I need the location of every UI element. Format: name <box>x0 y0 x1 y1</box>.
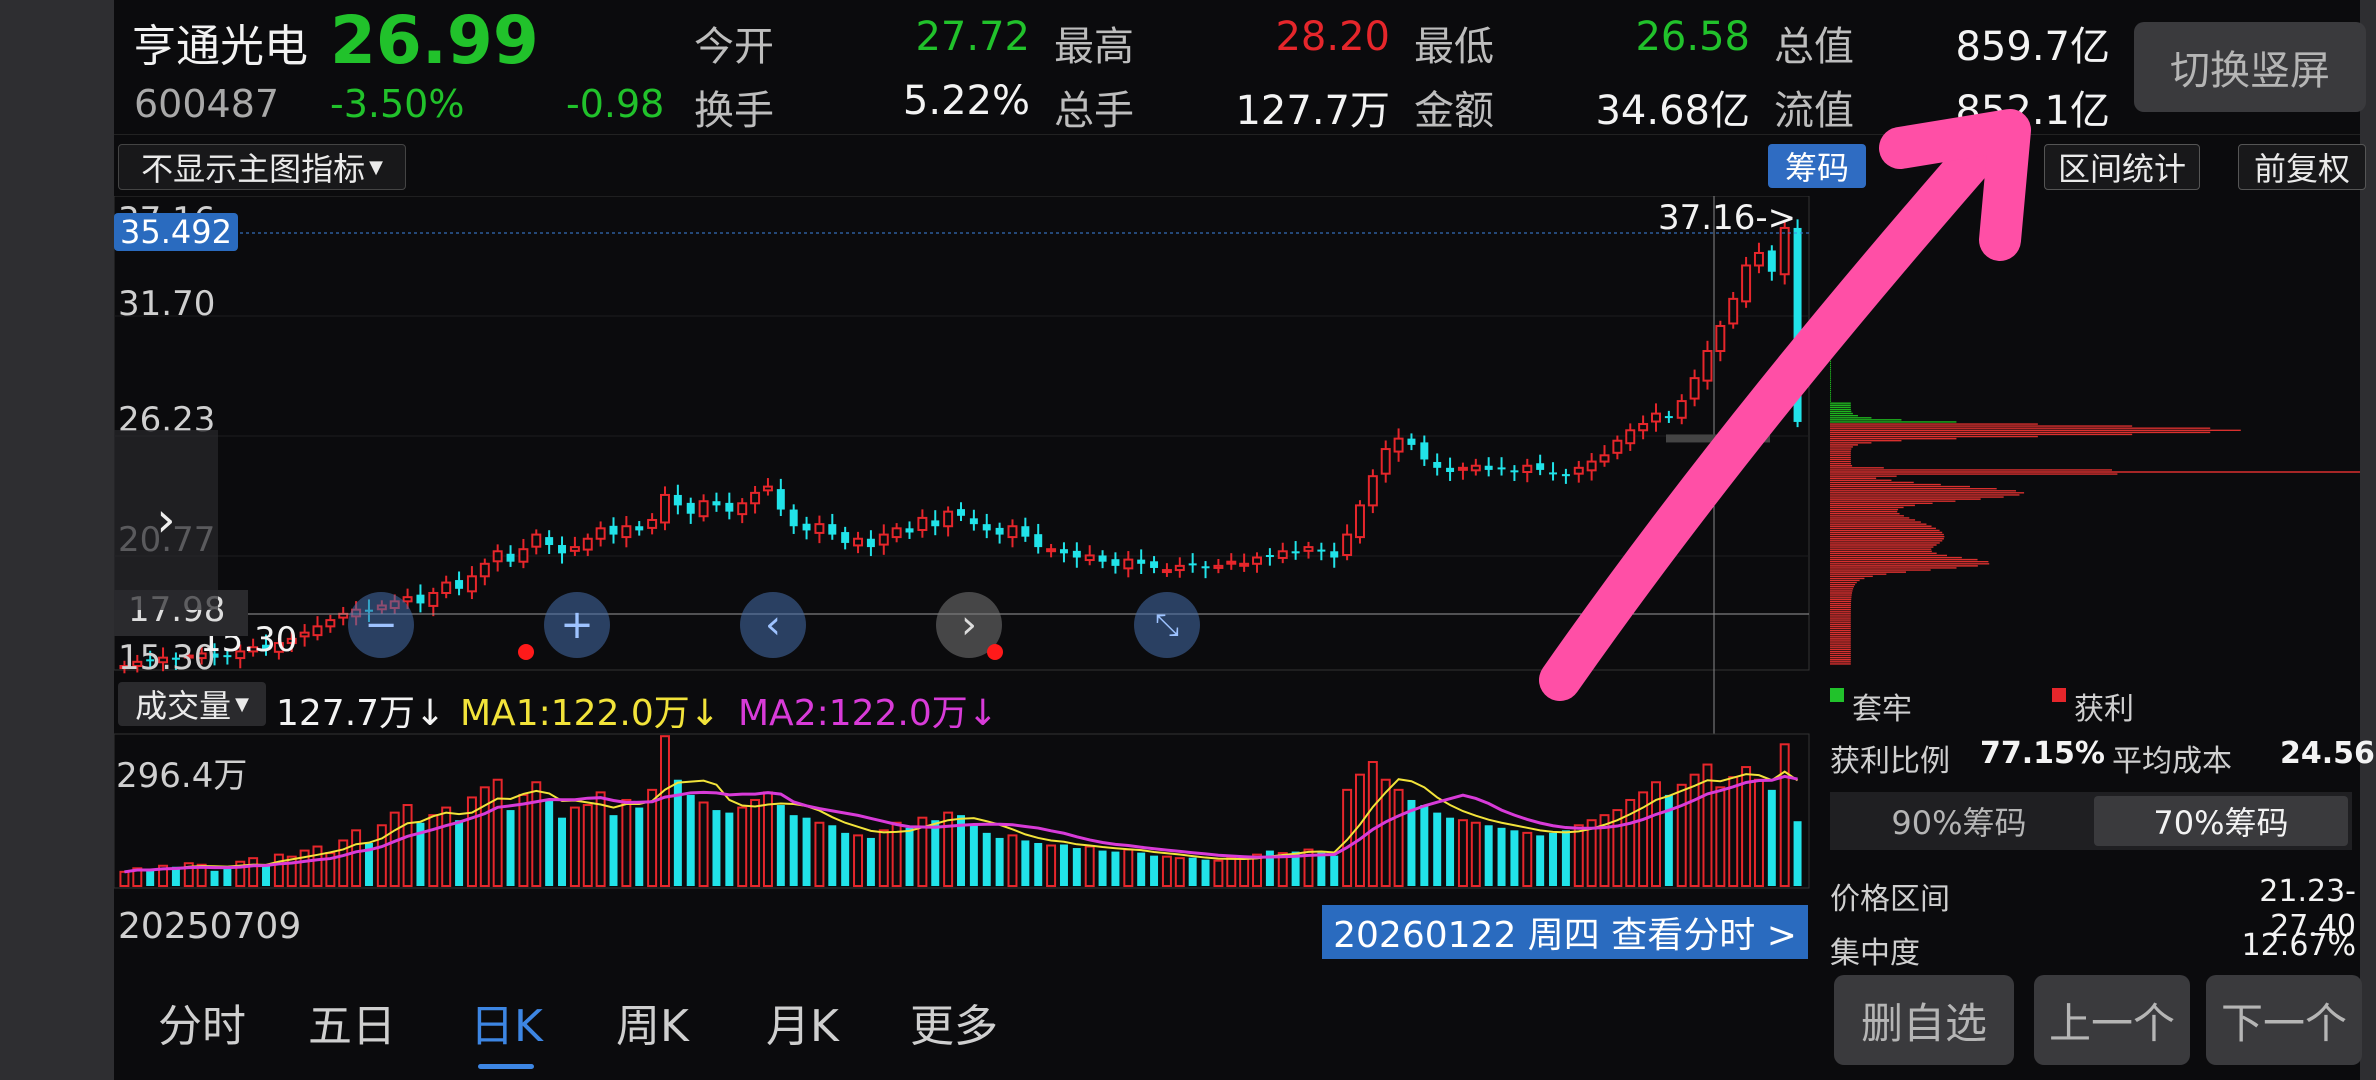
annotation-arrow-shaft <box>1539 119 2011 701</box>
annotation-arrow <box>1539 109 2031 701</box>
